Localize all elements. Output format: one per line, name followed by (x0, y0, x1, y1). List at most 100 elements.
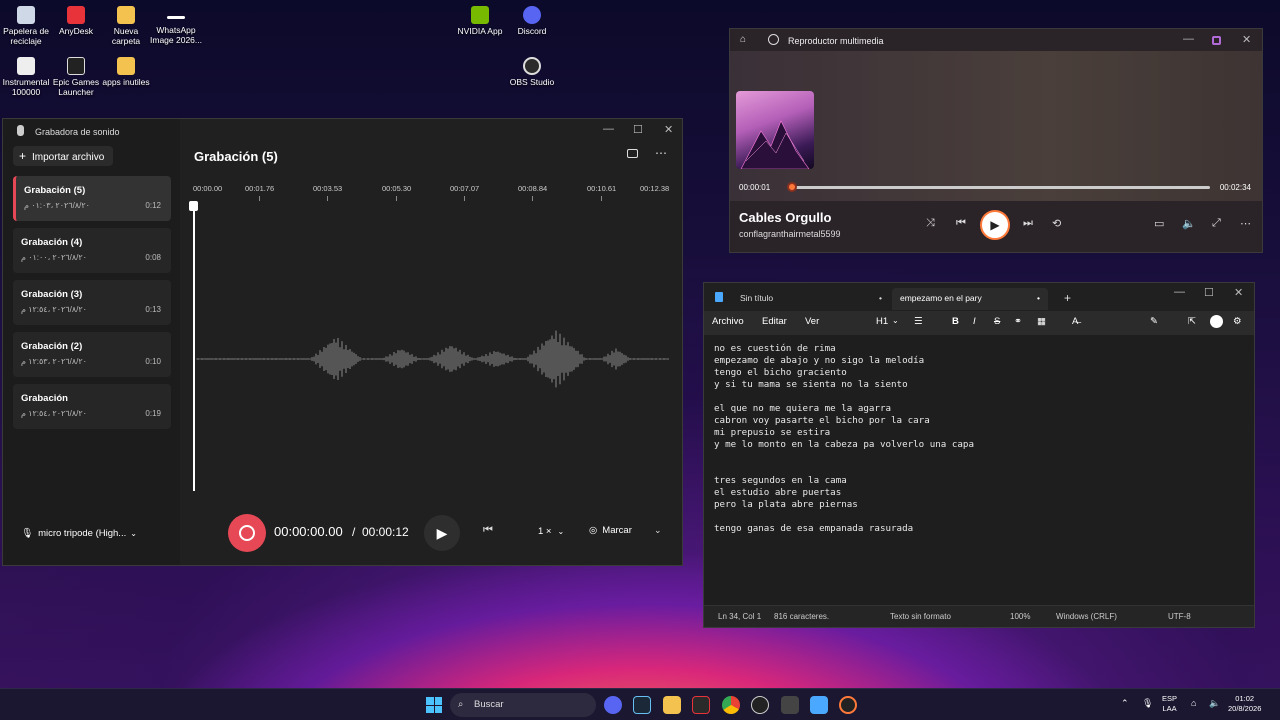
playhead[interactable] (193, 203, 195, 491)
sound-recorder-taskbar-icon[interactable] (781, 696, 799, 714)
encoding[interactable]: UTF-8 (1168, 612, 1191, 621)
notepad-window: Sin título • empezamo en el pary • + — ☐… (703, 282, 1255, 628)
recording-item[interactable]: Grabación (4) ٢٠٢٦/٨/٢٠ ،٠١:٠٠ م 0:08 (13, 228, 171, 273)
share-icon[interactable]: ⇱ (1188, 316, 1196, 327)
desktop-icon-obs[interactable]: OBS Studio (506, 57, 558, 87)
chevron-up-icon[interactable]: ⌃ (1121, 698, 1129, 708)
clock[interactable]: 01:02 20/8/2026 (1228, 694, 1261, 714)
table-icon[interactable]: ▦ (1037, 316, 1046, 327)
text-line (714, 463, 1244, 475)
playhead-handle[interactable] (189, 201, 198, 211)
seek-bar[interactable] (788, 186, 1210, 189)
text-editor[interactable]: no es cuestión de rima empezamo de abajo … (714, 343, 1244, 535)
bold-icon[interactable]: B (952, 316, 959, 327)
album-art (736, 91, 814, 169)
shuffle-icon[interactable]: ⤨ (926, 217, 935, 230)
microphone-icon[interactable]: 🎙 (1142, 698, 1153, 708)
strikethrough-icon[interactable]: S (994, 316, 1000, 327)
close-icon[interactable]: ✕ (1234, 286, 1243, 299)
more-options-icon[interactable]: ⋯ (655, 146, 667, 160)
file-explorer-icon[interactable] (663, 696, 681, 714)
captions-icon[interactable]: ▭ (1154, 217, 1164, 230)
maximize-icon[interactable]: ☐ (1204, 286, 1214, 299)
italic-icon[interactable]: I (973, 316, 976, 327)
volume-icon[interactable]: 🔈 (1182, 217, 1196, 230)
previous-icon[interactable]: ⏮ (956, 217, 966, 230)
fullscreen-icon[interactable]: ⤢ (1212, 217, 1221, 230)
maximize-icon[interactable]: ☐ (633, 123, 643, 136)
clear-formatting-icon[interactable]: A̶ (1072, 316, 1078, 327)
microphone-selector[interactable]: 🎙 micro tripode (High... ⌄ (21, 528, 137, 539)
notepad-taskbar-icon[interactable] (810, 696, 828, 714)
chevron-down-icon[interactable]: ⌄ (654, 525, 662, 536)
language-indicator[interactable]: ESP LAA (1162, 694, 1177, 714)
desktop-icon-instrumental[interactable]: Instrumental 100000 (0, 57, 52, 97)
chevron-down-icon: ⌄ (130, 529, 137, 538)
play-button[interactable]: ▶ (980, 210, 1010, 240)
minimize-icon[interactable]: — (1183, 33, 1194, 45)
media-player-taskbar-icon[interactable] (839, 696, 857, 714)
network-icon[interactable]: ⌂ (1191, 698, 1196, 708)
discord-taskbar-icon[interactable] (604, 696, 622, 714)
app-taskbar-icon[interactable] (692, 696, 710, 714)
tab-empezamo[interactable]: empezamo en el pary • (892, 288, 1048, 310)
more-options-icon[interactable]: ⋯ (1240, 217, 1251, 230)
media-file-icon (17, 57, 35, 75)
recording-item[interactable]: Grabación ٢٠٢٦/٨/٢٠ ،١٢:٥٤ م 0:19 (13, 384, 171, 429)
menu-edit[interactable]: Editar (762, 316, 787, 327)
start-button[interactable] (426, 697, 442, 713)
playback-speed-selector[interactable]: 1 × ⌄ (538, 526, 564, 537)
gear-icon[interactable]: ⚙ (1233, 316, 1242, 327)
heading-selector[interactable]: H1 (876, 316, 888, 327)
seek-handle[interactable] (787, 182, 797, 192)
menu-file[interactable]: Archivo (712, 316, 744, 327)
copilot-icon[interactable]: ✎ (1150, 316, 1158, 327)
list-icon[interactable]: ☰ (914, 316, 923, 327)
desktop-icon-anydesk[interactable]: AnyDesk (50, 6, 102, 36)
chrome-icon[interactable] (722, 696, 740, 714)
menu-bar: Archivo Editar Ver H1 ⌄ ☰ B I S ⚭ ▦ A̶ ✎… (704, 311, 1254, 335)
waveform (196, 330, 669, 388)
mini-player-icon[interactable] (1212, 36, 1221, 45)
recording-item[interactable]: Grabación (5) ٢٠٢٦/٨/٢٠ ،٠١:٠٣ م 0:12 (13, 176, 171, 221)
record-button[interactable] (228, 514, 266, 552)
desktop-icon-whatsapp-image[interactable]: WhatsApp Image 2026... (150, 6, 202, 45)
skip-back-icon[interactable]: ⏮ (483, 524, 493, 537)
new-tab-icon[interactable]: + (1064, 291, 1071, 305)
text-line: tengo el bicho graciento (714, 367, 847, 378)
search-box[interactable]: ⌕ Buscar (450, 693, 596, 717)
menu-view[interactable]: Ver (805, 316, 819, 327)
mark-button[interactable]: ◎ Marcar (589, 525, 632, 536)
desktop-icon-recycle-bin[interactable]: Papelera de reciclaje (0, 6, 52, 46)
desktop-icon-new-folder[interactable]: Nueva carpeta (100, 6, 152, 46)
volume-icon[interactable]: 🔈 (1209, 698, 1220, 708)
zoom-level[interactable]: 100% (1010, 612, 1030, 621)
taskbar: ⌕ Buscar ⌃ 🎙 ESP LAA ⌂ 🔈 01:02 20/8/2026 (0, 688, 1280, 720)
share-icon[interactable] (627, 149, 638, 158)
play-button[interactable]: ▶ (424, 515, 460, 551)
avatar[interactable] (1210, 315, 1223, 328)
chevron-down-icon: ⌄ (892, 316, 899, 325)
import-file-button[interactable]: + Importar archivo (13, 146, 113, 166)
text-format[interactable]: Texto sin formato (890, 612, 951, 621)
next-icon[interactable]: ⏭ (1023, 217, 1033, 230)
recording-item[interactable]: Grabación (2) ٢٠٢٦/٨/٢٠ ،١٢:٥٣ م 0:10 (13, 332, 171, 377)
total-duration: 00:02:34 (1219, 183, 1251, 192)
minimize-icon[interactable]: — (603, 123, 614, 135)
home-icon[interactable]: ⌂ (740, 34, 746, 45)
line-ending[interactable]: Windows (CRLF) (1056, 612, 1117, 621)
desktop-icon-discord[interactable]: Discord (506, 6, 558, 36)
minimize-icon[interactable]: — (1174, 286, 1185, 298)
repeat-icon[interactable]: ⟲ (1052, 217, 1061, 230)
chevron-down-icon: ⌄ (557, 527, 565, 536)
tab-untitled[interactable]: Sin título • (732, 288, 888, 310)
desktop-icon-apps-inutiles[interactable]: apps inutiles (100, 57, 152, 87)
desktop-icon-epic-games[interactable]: Epic Games Launcher (50, 57, 102, 97)
link-icon[interactable]: ⚭ (1014, 316, 1022, 327)
steam-taskbar-icon[interactable] (633, 696, 651, 714)
github-icon[interactable] (751, 696, 769, 714)
recording-item[interactable]: Grabación (3) ٢٠٢٦/٨/٢٠ ،١٢:٥٤ م 0:13 (13, 280, 171, 325)
close-icon[interactable]: ✕ (664, 123, 673, 136)
close-icon[interactable]: ✕ (1242, 33, 1251, 46)
desktop-icon-nvidia[interactable]: NVIDIA App (454, 6, 506, 36)
